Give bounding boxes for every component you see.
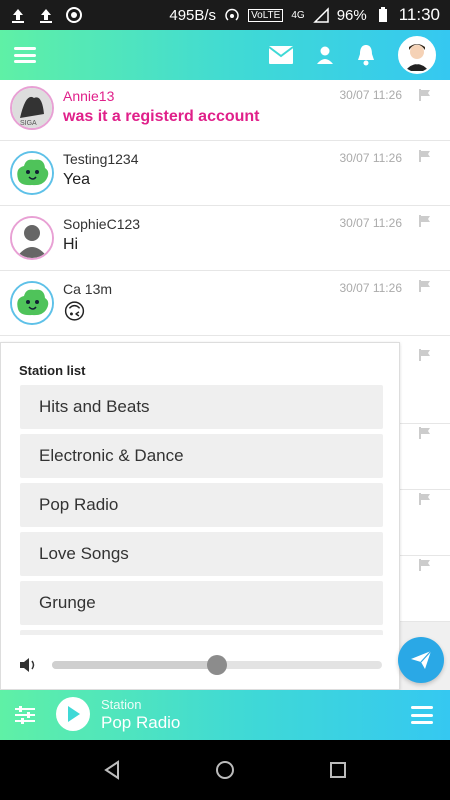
home-button[interactable] xyxy=(213,758,237,782)
station-item[interactable] xyxy=(20,630,383,635)
signal-icon xyxy=(312,7,329,23)
volume-fill xyxy=(52,661,217,669)
flag-icon[interactable] xyxy=(418,558,432,572)
station-item[interactable]: Grunge xyxy=(20,581,383,625)
network-speed: 495B/s xyxy=(169,6,217,24)
message-username[interactable]: Ca 13m xyxy=(63,281,112,297)
message-username[interactable]: Testing1234 xyxy=(63,151,139,167)
recents-icon xyxy=(330,762,346,778)
user-icon[interactable] xyxy=(316,45,334,65)
volte-badge: VoLTE xyxy=(248,8,284,22)
battery-icon xyxy=(378,7,387,22)
station-item[interactable]: Electronic & Dance xyxy=(20,434,383,478)
flag-icon[interactable] xyxy=(418,492,432,506)
flag-icon[interactable] xyxy=(418,149,432,163)
mail-icon[interactable] xyxy=(268,45,294,65)
chat-message[interactable]: Ca 13m 🙃 30/07 11:26 xyxy=(0,271,450,336)
chat-message[interactable]: Testing1234 Yea 30/07 11:26 xyxy=(0,141,450,206)
flag-icon[interactable] xyxy=(418,279,432,293)
profile-avatar[interactable] xyxy=(398,36,436,74)
message-time: 30/07 11:26 xyxy=(339,151,402,165)
flag-icon[interactable] xyxy=(418,214,432,228)
equalizer-icon[interactable] xyxy=(14,704,36,726)
battery-percent: 96% xyxy=(336,6,367,24)
station-item[interactable]: Pop Radio xyxy=(20,483,383,527)
volume-icon[interactable] xyxy=(19,656,39,674)
volume-control xyxy=(19,655,383,675)
station-list-toggle-icon[interactable] xyxy=(411,706,433,724)
player-bar: Station Pop Radio xyxy=(0,690,450,740)
volume-slider[interactable] xyxy=(52,655,382,675)
avatar[interactable]: SIGA xyxy=(10,86,54,130)
flag-icon[interactable] xyxy=(418,348,432,362)
clock: 11:30 xyxy=(398,5,440,24)
message-time: 30/07 11:26 xyxy=(339,88,402,102)
flag-icon[interactable] xyxy=(418,88,432,102)
app-icon xyxy=(66,7,82,23)
station-list[interactable]: Hits and Beats Electronic & Dance Pop Ra… xyxy=(20,385,383,635)
station-list-title: Station list xyxy=(19,363,86,378)
message-text: 🙃 xyxy=(63,299,86,324)
home-icon xyxy=(216,761,234,779)
current-station: Pop Radio xyxy=(101,713,181,732)
message-username[interactable]: SophieC123 xyxy=(63,216,140,232)
message-text: Hi xyxy=(63,236,79,253)
flag-icon[interactable] xyxy=(418,426,432,440)
android-nav-bar xyxy=(0,740,450,800)
play-button[interactable] xyxy=(56,697,90,731)
svg-text:SIGA: SIGA xyxy=(20,120,37,127)
volume-slider-handle[interactable] xyxy=(207,655,227,675)
send-button[interactable] xyxy=(398,637,444,683)
message-text: was it a registerd account xyxy=(63,108,260,125)
station-item[interactable]: Hits and Beats xyxy=(20,385,383,429)
network-type: 4G xyxy=(291,9,305,21)
message-time: 30/07 11:26 xyxy=(339,281,402,295)
station-item[interactable]: Love Songs xyxy=(20,532,383,576)
message-text: Yea xyxy=(63,171,90,188)
avatar[interactable] xyxy=(10,151,54,195)
chat-message[interactable]: SophieC123 Hi 30/07 11:26 xyxy=(0,206,450,271)
upload-icon xyxy=(40,9,52,23)
message-username[interactable]: Annie13 xyxy=(63,88,114,104)
back-button[interactable] xyxy=(100,758,124,782)
upload-icon xyxy=(12,9,24,23)
avatar[interactable] xyxy=(10,281,54,325)
hotspot-icon xyxy=(225,8,239,21)
station-label: Station xyxy=(101,697,142,712)
top-app-bar xyxy=(0,30,450,80)
recents-button[interactable] xyxy=(326,758,350,782)
status-bar: 495B/s VoLTE 4G 96% 11:30 xyxy=(0,0,450,30)
avatar[interactable] xyxy=(10,216,54,260)
send-icon xyxy=(411,650,432,669)
bell-icon[interactable] xyxy=(356,44,376,66)
message-time: 30/07 11:26 xyxy=(339,216,402,230)
station-list-panel: Station list Hits and Beats Electronic &… xyxy=(0,342,400,690)
menu-icon[interactable] xyxy=(14,47,36,63)
play-icon xyxy=(68,706,80,722)
chat-message[interactable]: SIGA Annie13 was it a registerd account … xyxy=(0,80,450,141)
back-icon xyxy=(104,760,119,780)
